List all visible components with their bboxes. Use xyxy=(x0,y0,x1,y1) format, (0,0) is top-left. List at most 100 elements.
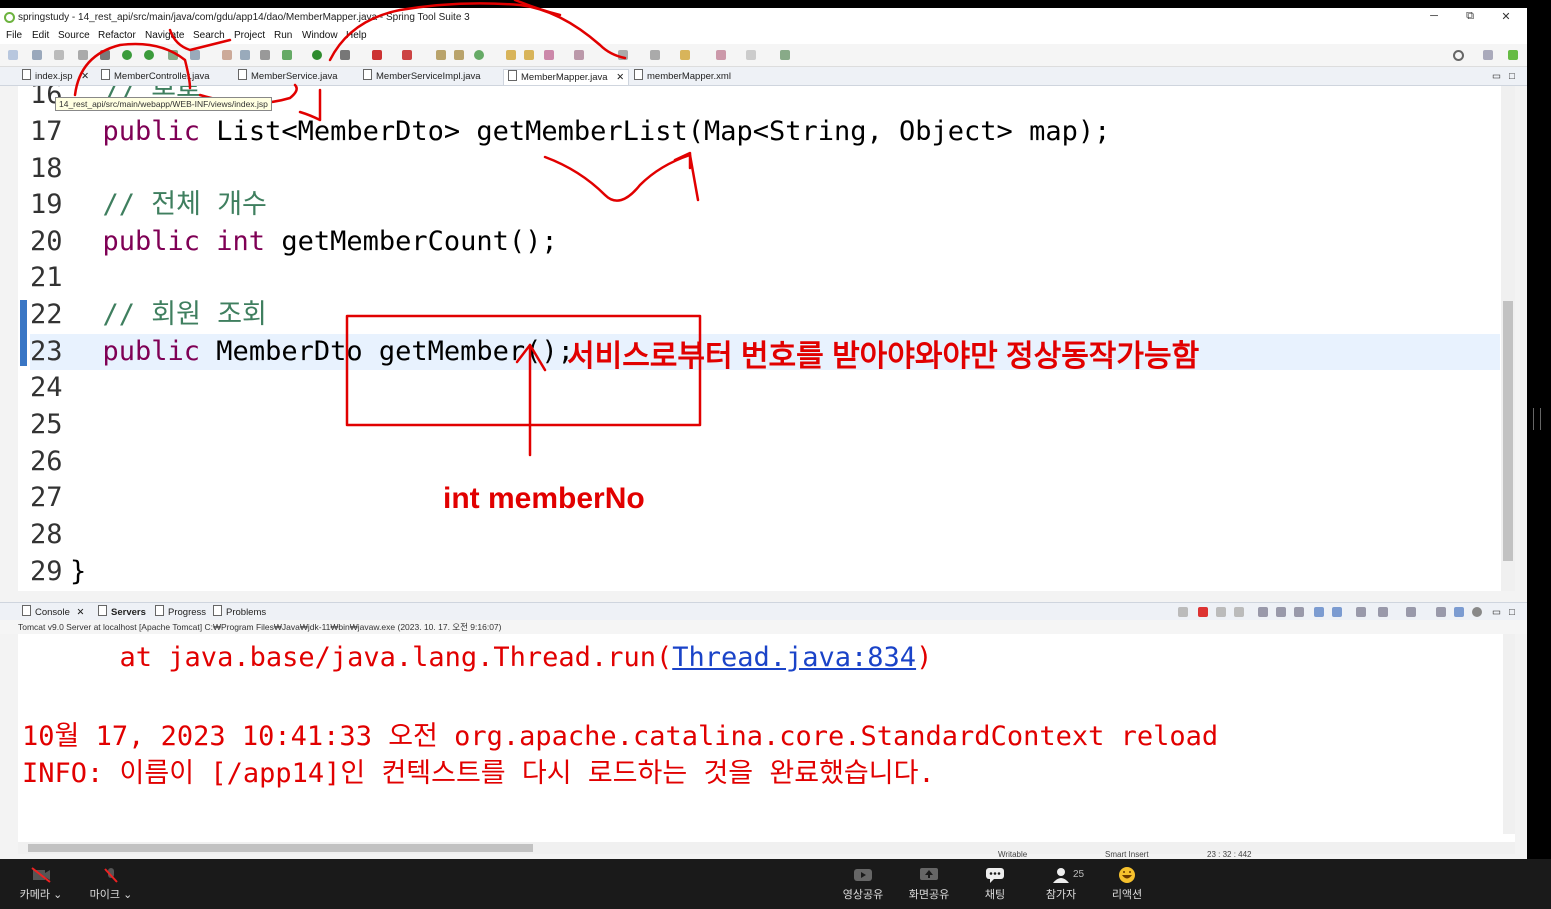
search-icon[interactable] xyxy=(1453,50,1464,61)
menu-source[interactable]: Source xyxy=(58,30,90,41)
pin-console-icon[interactable] xyxy=(1356,607,1366,617)
debug-launch-icon[interactable] xyxy=(282,50,292,60)
console-process-label: Tomcat v9.0 Server at localhost [Apache … xyxy=(0,620,1527,634)
reaction-button[interactable]: 리액션 xyxy=(1102,867,1152,902)
show-whitespace-icon[interactable] xyxy=(260,50,270,60)
line-number: 20 xyxy=(30,226,63,257)
tab-label: MemberServiceImpl.java xyxy=(376,71,481,82)
task-icon[interactable] xyxy=(190,50,200,60)
maximize-console-icon[interactable]: □ xyxy=(1509,605,1515,620)
scroll-lock-icon[interactable] xyxy=(1276,607,1286,617)
editor-vertical-scrollbar[interactable] xyxy=(1501,86,1515,591)
refresh-icon[interactable] xyxy=(144,50,154,60)
show-stderr-icon[interactable] xyxy=(1332,607,1342,617)
screen-share-button[interactable]: 화면공유 xyxy=(904,867,954,902)
terminate-launch-icon[interactable] xyxy=(1178,607,1188,617)
open-perspective-icon[interactable] xyxy=(1483,50,1493,60)
console-icon xyxy=(22,605,31,616)
scrollbar-thumb[interactable] xyxy=(1503,301,1513,561)
minimize-console-icon[interactable]: ▭ xyxy=(1492,605,1501,620)
tab-index-jsp[interactable]: index.jsp ✕ xyxy=(22,69,89,84)
highlight-icon[interactable] xyxy=(1454,607,1464,617)
debug-icon[interactable] xyxy=(122,50,132,60)
restore-button[interactable]: ⧉ xyxy=(1455,10,1485,26)
open-console-icon[interactable] xyxy=(1406,607,1416,617)
display-console-icon[interactable] xyxy=(1378,607,1388,617)
meeting-control-bar: 카메라 ⌄ 마이크 ⌄ 영상공유 화면공유 채팅 참가자 25 리액션 xyxy=(0,859,1551,909)
search-tb-icon[interactable] xyxy=(222,50,232,60)
mic-off-icon xyxy=(104,868,118,883)
tab-servers[interactable]: Servers xyxy=(98,605,146,620)
last-edit-icon[interactable] xyxy=(680,50,690,60)
console-settings-icon[interactable] xyxy=(1436,607,1446,617)
tab-membercontroller[interactable]: MemberController.java xyxy=(101,69,210,84)
tab-memberserviceimpl[interactable]: MemberServiceImpl.java xyxy=(363,69,481,84)
mic-button[interactable]: 마이크 ⌄ xyxy=(86,867,136,902)
tab-memberservice[interactable]: MemberService.java xyxy=(238,69,338,84)
open-type-icon[interactable] xyxy=(168,50,178,60)
save-all-icon[interactable] xyxy=(54,50,64,60)
tab-problems[interactable]: Problems xyxy=(213,605,266,620)
stacktrace-link[interactable]: Thread.java:834 xyxy=(672,642,916,673)
gear-icon[interactable] xyxy=(1472,607,1482,617)
new-icon[interactable] xyxy=(8,50,18,60)
close-icon[interactable]: ✕ xyxy=(77,607,85,618)
stop-console-icon[interactable] xyxy=(1198,607,1208,617)
participants-button[interactable]: 참가자 25 xyxy=(1036,867,1086,902)
new-spring-icon[interactable] xyxy=(474,50,484,60)
skip-breakpoints-icon[interactable] xyxy=(100,50,110,60)
menu-edit[interactable]: Edit xyxy=(32,30,49,41)
menu-refactor[interactable]: Refactor xyxy=(98,30,136,41)
annotation-tb-icon[interactable] xyxy=(240,50,250,60)
menu-file[interactable]: File xyxy=(6,30,22,41)
maximize-editor-icon[interactable]: □ xyxy=(1509,69,1515,84)
minimize-editor-icon[interactable]: ▭ xyxy=(1492,69,1501,84)
prev-annotation-icon[interactable] xyxy=(650,50,660,60)
stop-icon[interactable] xyxy=(372,50,382,60)
remove-all-icon[interactable] xyxy=(1234,607,1244,617)
tab-membermapper[interactable]: MemberMapper.java ✕ xyxy=(503,69,630,85)
menu-run[interactable]: Run xyxy=(274,30,292,41)
open-resource-icon[interactable] xyxy=(524,50,534,60)
spring-perspective-icon[interactable] xyxy=(1508,50,1518,60)
servers-icon xyxy=(98,605,107,616)
menu-window[interactable]: Window xyxy=(302,30,338,41)
pen-icon[interactable] xyxy=(544,50,554,60)
marker-icon[interactable] xyxy=(574,50,584,60)
remove-launch-icon[interactable] xyxy=(1216,607,1226,617)
console-vertical-scrollbar[interactable] xyxy=(1503,634,1515,834)
console-output[interactable]: at java.base/java.lang.Thread.run(Thread… xyxy=(18,634,1515,844)
close-window-button[interactable]: ✕ xyxy=(1491,10,1521,26)
word-wrap-icon[interactable] xyxy=(1294,607,1304,617)
menu-help[interactable]: Help xyxy=(346,30,367,41)
boot-dashboard-icon[interactable] xyxy=(436,50,446,60)
open-folder-icon[interactable] xyxy=(506,50,516,60)
close-icon[interactable]: ✕ xyxy=(616,72,624,83)
minimize-button[interactable]: ─ xyxy=(1419,10,1449,26)
external-tools-icon[interactable] xyxy=(340,50,350,60)
back-icon[interactable] xyxy=(716,50,726,60)
writable-status: Writable xyxy=(998,850,1028,859)
tab-label: memberMapper.xml xyxy=(647,71,731,82)
print-icon[interactable] xyxy=(78,50,88,60)
chat-button[interactable]: 채팅 xyxy=(970,867,1020,902)
tab-membermapper-xml[interactable]: memberMapper.xml xyxy=(634,69,731,84)
menu-search[interactable]: Search xyxy=(193,30,225,41)
tab-console[interactable]: Console ✕ xyxy=(22,605,84,620)
side-panel-handle[interactable] xyxy=(1533,408,1541,430)
video-share-button[interactable]: 영상공유 xyxy=(838,867,888,902)
show-stdout-icon[interactable] xyxy=(1314,607,1324,617)
menu-navigate[interactable]: Navigate xyxy=(145,30,184,41)
pin-editor-icon[interactable] xyxy=(780,50,790,60)
next-annotation-icon[interactable] xyxy=(618,50,628,60)
close-icon[interactable]: ✕ xyxy=(81,71,89,82)
spring-icon[interactable] xyxy=(454,50,464,60)
camera-button[interactable]: 카메라 ⌄ xyxy=(16,867,66,902)
run-icon[interactable] xyxy=(312,50,322,60)
terminate-icon[interactable] xyxy=(402,50,412,60)
forward-icon[interactable] xyxy=(746,50,756,60)
clear-console-icon[interactable] xyxy=(1258,607,1268,617)
menu-project[interactable]: Project xyxy=(234,30,265,41)
tab-progress[interactable]: Progress xyxy=(155,605,206,620)
save-icon[interactable] xyxy=(32,50,42,60)
